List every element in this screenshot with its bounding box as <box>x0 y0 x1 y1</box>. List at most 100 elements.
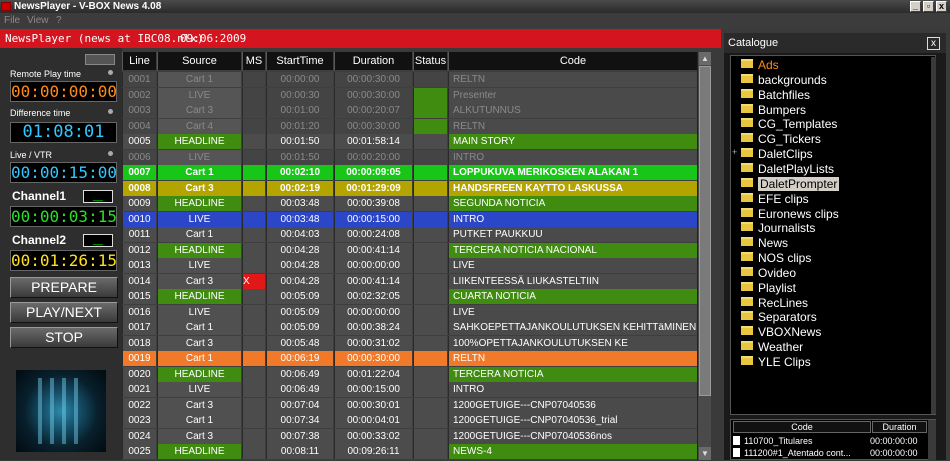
playlist-row[interactable]: 0019 Cart 1 00:06:19 00:00:30:00 RELTN <box>122 351 697 366</box>
playlist-row[interactable]: 0016 LIVE 00:05:09 00:00:00:00 LIVE <box>122 304 697 320</box>
catalogue-close-button[interactable]: x <box>927 37 940 50</box>
playlist-row[interactable]: 0017 Cart 1 00:05:09 00:00:38:24 SAHKOEPETTA… <box>122 320 697 335</box>
close-button[interactable]: x <box>936 1 947 12</box>
playlist-row[interactable]: 0015 HEADLINE 00:05:09 00:02:32:05 CUARTA NO… <box>122 289 697 304</box>
catalogue-item[interactable]: backgrounds <box>741 73 827 87</box>
playlist-row[interactable]: 0014 Cart 3 X 00:04:28 00:00:41:14 LIIKENTEES… <box>122 273 697 289</box>
catalogue-item[interactable]: DaletPrompter <box>741 176 840 191</box>
folder-icon <box>741 326 753 336</box>
cell-dur: 00:00:00:00 <box>334 258 412 273</box>
catalogue-item[interactable]: DaletPlayLists <box>741 162 834 176</box>
prepare-button[interactable]: PREPARE <box>10 277 118 298</box>
catalogue-item[interactable]: CG_Tickers <box>741 132 821 146</box>
menu-view[interactable]: View <box>27 13 49 29</box>
remote-play-time-display: 00:00:00:00 <box>10 81 117 102</box>
scroll-up-arrow-icon[interactable]: ▲ <box>699 52 711 65</box>
playlist-row[interactable]: 0007 Cart 1 00:02:10 00:00:09:05 LOPPUKUVA M… <box>122 165 697 180</box>
playlist-row[interactable]: 0004 Cart 4 00:01:20 00:00:30:00 RELTN <box>122 118 697 134</box>
minimize-button[interactable]: _ <box>910 1 921 12</box>
catalogue-item[interactable]: Ovideo <box>741 266 796 280</box>
playlist-row[interactable]: 0003 Cart 3 00:01:00 00:00:20:07 ALKUTUNNUS <box>122 103 697 118</box>
catalogue-clip-list: Code Duration 110700_Titulares 00:00:00:0… <box>730 419 936 461</box>
clip-list-duration-header[interactable]: Duration <box>872 421 927 433</box>
playlist-row[interactable]: 0023 Cart 1 00:07:34 00:00:04:01 1200GETUIGE… <box>122 413 697 428</box>
channel1-button[interactable]: __ <box>83 190 113 203</box>
cell-ms <box>242 366 265 382</box>
catalogue-item-label: CG_Tickers <box>758 132 821 147</box>
catalogue-item[interactable]: Batchfiles <box>741 88 810 102</box>
maximize-button[interactable]: ▫ <box>923 1 934 12</box>
catalogue-item[interactable]: NOS clips <box>741 251 811 265</box>
playlist-row[interactable]: 0011 Cart 1 00:04:03 00:00:24:08 PUTKET PAUK… <box>122 227 697 242</box>
catalogue-item[interactable]: YLE Clips <box>741 355 811 369</box>
cell-source: Cart 1 <box>157 320 241 335</box>
catalogue-item[interactable]: Journalists <box>741 221 815 235</box>
playlist-row[interactable]: 0024 Cart 3 00:07:38 00:00:33:02 1200GETUIGE… <box>122 428 697 444</box>
catalogue-item[interactable]: News <box>741 236 788 250</box>
cell-code: Presenter <box>448 87 697 103</box>
stop-button[interactable]: STOP <box>10 327 118 348</box>
playlist-row[interactable]: 0025 HEADLINE 00:08:11 00:09:26:11 NEWS-4 <box>122 444 697 459</box>
clip-list-row[interactable]: 111200#1_Atentado cont... 00:00:00:00 <box>733 447 918 459</box>
column-header-line[interactable]: Line <box>122 52 156 70</box>
playlist-row[interactable]: 0021 LIVE 00:06:49 00:00:15:00 INTRO <box>122 382 697 397</box>
catalogue-item[interactable]: Weather <box>741 340 803 354</box>
catalogue-item[interactable]: VBOXNews <box>741 325 821 339</box>
playlist-scrollbar[interactable]: ▲ ▼ <box>697 52 711 460</box>
catalogue-item[interactable]: RecLines <box>741 296 808 310</box>
playlist-row[interactable]: 0018 Cart 3 00:05:48 00:00:31:02 100%OPETTAJ… <box>122 335 697 351</box>
playlist-row[interactable]: 0005 HEADLINE 00:01:50 00:01:58:14 MAIN STOR… <box>122 134 697 149</box>
cell-line: 0010 <box>122 211 156 227</box>
clip-list-row[interactable]: 110700_Titulares 00:00:00:00 <box>733 435 918 447</box>
channel2-button[interactable]: __ <box>83 234 113 247</box>
catalogue-item[interactable]: Euronews clips <box>741 207 839 221</box>
catalogue-item[interactable]: Ads <box>741 58 779 72</box>
cell-line: 0001 <box>122 72 156 87</box>
playlist-row[interactable]: 0009 HEADLINE 00:03:48 00:00:39:08 SEGUNDA N… <box>122 196 697 211</box>
playlist-row[interactable]: 0022 Cart 3 00:07:04 00:00:30:01 1200GETUIGE… <box>122 397 697 413</box>
playlist-row[interactable]: 0013 LIVE 00:04:28 00:00:00:00 LIVE <box>122 258 697 273</box>
cell-code: ALKUTUNNUS <box>448 103 697 118</box>
catalogue-item[interactable]: Bumpers <box>741 103 806 117</box>
cell-source: Cart 3 <box>157 428 241 444</box>
panel-toggle[interactable] <box>85 54 115 65</box>
playlist-row[interactable]: 0008 Cart 3 00:02:19 00:01:29:09 HANDSFREEN … <box>122 180 697 196</box>
catalogue-item[interactable]: EFE clips <box>741 192 809 206</box>
catalogue-item[interactable]: DaletClips <box>741 147 813 161</box>
folder-icon <box>741 311 753 321</box>
playlist-row[interactable]: 0001 Cart 1 00:00:00 00:00:30:00 RELTN <box>122 72 697 87</box>
clip-list-code-header[interactable]: Code <box>733 421 871 433</box>
folder-icon <box>741 207 753 217</box>
playlist-row[interactable]: 0006 LIVE 00:01:50 00:00:20:00 INTRO <box>122 149 697 165</box>
tree-scrollbar[interactable] <box>931 57 936 414</box>
column-header-source[interactable]: Source <box>157 52 241 70</box>
scroll-thumb[interactable] <box>699 66 711 396</box>
play-next-button[interactable]: PLAY/NEXT <box>10 302 118 323</box>
cell-dur: 00:00:30:00 <box>334 118 412 134</box>
menu-file[interactable]: File <box>4 13 20 29</box>
folder-icon <box>741 341 753 351</box>
catalogue-item-label: Weather <box>758 340 804 355</box>
column-header-status[interactable]: Status <box>413 52 447 70</box>
playlist-row[interactable]: 0002 LIVE 00:00:30 00:00:30:00 Presenter <box>122 87 697 103</box>
column-header-start[interactable]: StartTime <box>266 52 333 70</box>
playlist-row[interactable]: 0010 LIVE 00:03:48 00:00:15:00 INTRO <box>122 211 697 227</box>
clip-list-scrollbar[interactable] <box>928 420 936 461</box>
cell-status <box>413 366 447 382</box>
cell-status <box>413 118 447 134</box>
cell-line: 0007 <box>122 165 156 180</box>
column-header-dur[interactable]: Duration <box>334 52 412 70</box>
cell-code: RELTN <box>448 351 697 366</box>
expand-icon[interactable]: + <box>732 147 737 157</box>
scroll-down-arrow-icon[interactable]: ▼ <box>699 447 711 460</box>
playlist-row[interactable]: 0020 HEADLINE 00:06:49 00:01:22:04 TERCERA N… <box>122 366 697 382</box>
date-display: 09:06:2009 <box>180 32 247 45</box>
playlist-row[interactable]: 0012 HEADLINE 00:04:28 00:00:41:14 TERCERA N… <box>122 242 697 258</box>
menu-help[interactable]: ? <box>56 13 62 29</box>
column-header-ms[interactable]: MS <box>242 52 265 70</box>
column-header-code[interactable]: Code <box>448 52 697 70</box>
catalogue-item[interactable]: Separators <box>741 310 817 324</box>
catalogue-item[interactable]: Playlist <box>741 281 796 295</box>
catalogue-item[interactable]: CG_Templates <box>741 117 837 131</box>
cell-source: Cart 1 <box>157 165 241 180</box>
